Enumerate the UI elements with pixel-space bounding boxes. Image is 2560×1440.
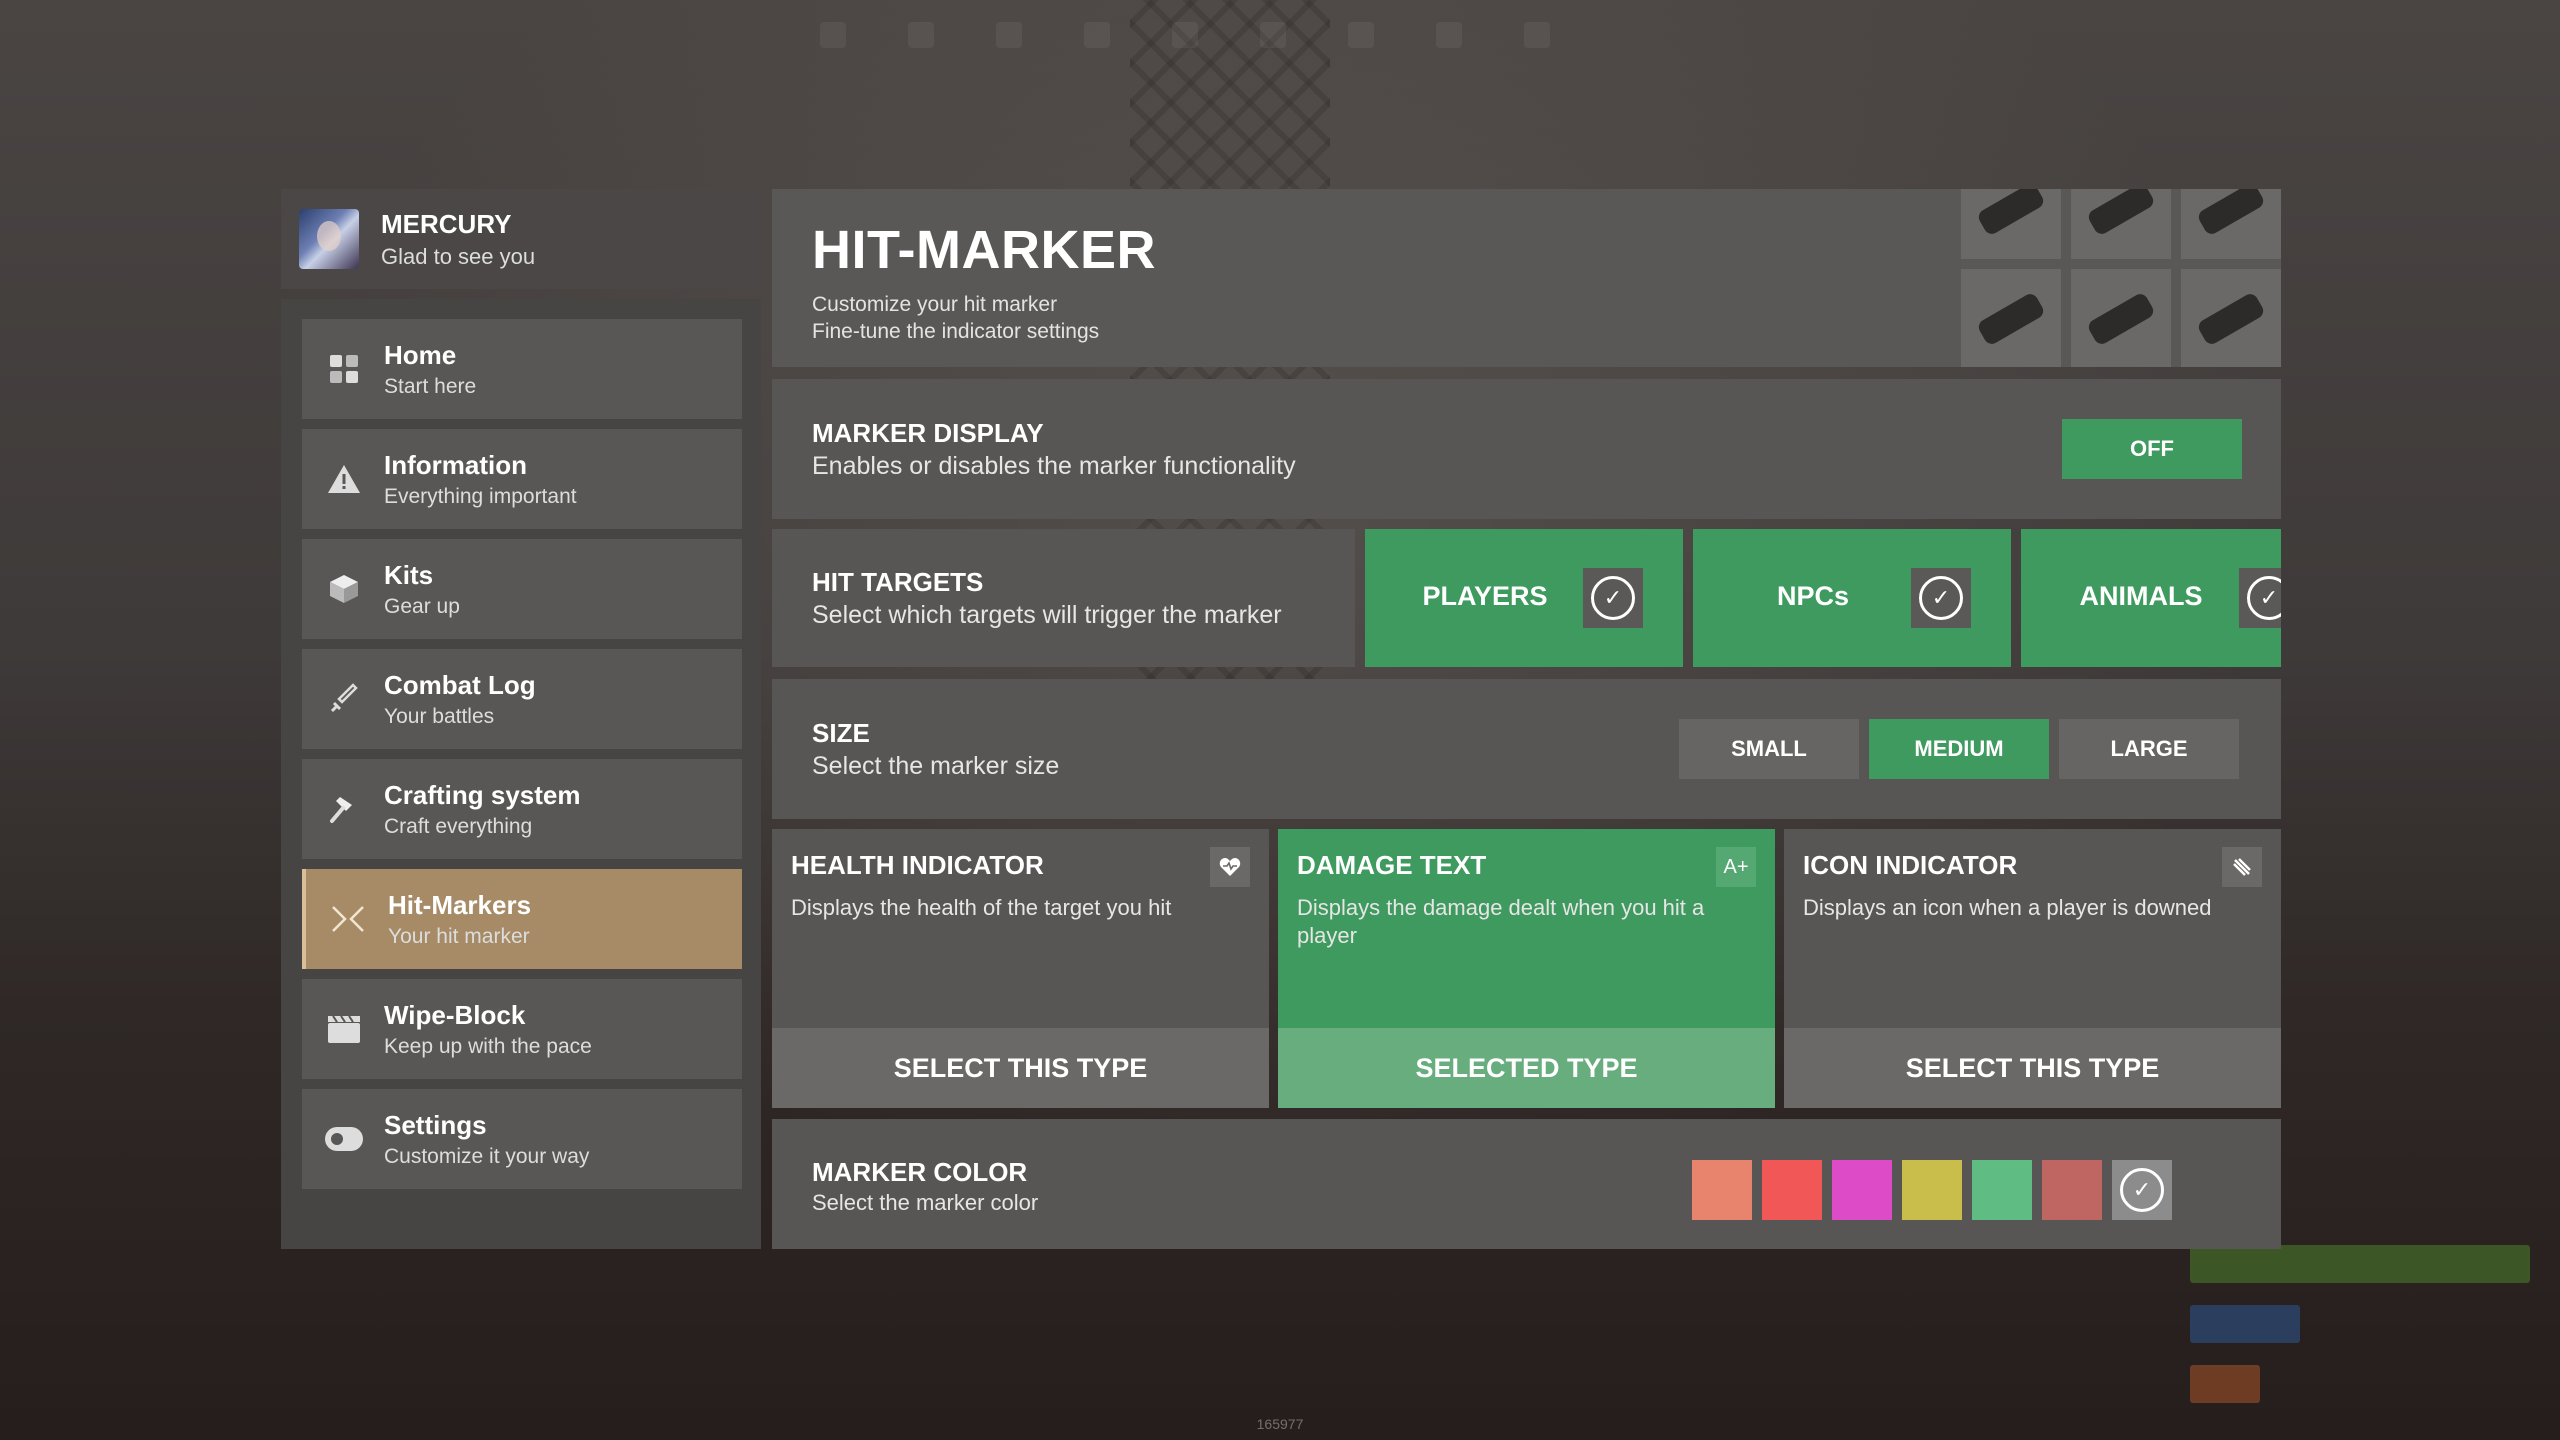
sidebar: Home Start here Information Everything i… [281,299,761,1249]
size-option-large[interactable]: LARGE [2059,719,2239,779]
hit-targets-row: HIT TARGETS Select which targets will tr… [772,529,1355,667]
sidebar-item-crafting[interactable]: Crafting system Craft everything [302,759,742,859]
sidebar-item-label: Home [384,339,457,370]
sidebar-item-label: Hit-Markers [388,889,532,920]
sidebar-item-kits[interactable]: Kits Gear up [302,539,742,639]
sidebar-item-sub: Start here [384,374,477,398]
downed-icon [2222,847,2262,887]
marker-display-title: MARKER DISPLAY [812,418,1044,448]
marker-display-row: MARKER DISPLAY Enables or disables the m… [772,379,2281,519]
target-option-animals[interactable]: ANIMALS ✓ [2021,529,2281,667]
page-subtitle-secondary: Fine-tune the indicator settings [812,320,1100,343]
avatar [299,209,359,269]
size-option-small[interactable]: SMALL [1679,719,1859,779]
color-swatch[interactable] [1972,1160,2032,1220]
sidebar-item-sub: Everything important [384,484,577,508]
sidebar-item-label: Wipe-Block [384,999,526,1030]
hit-targets-title: HIT TARGETS [812,567,984,597]
sidebar-item-sub: Keep up with the pace [384,1034,592,1058]
warning-icon [324,459,364,499]
box-icon [324,569,364,609]
color-swatch[interactable] [1692,1160,1752,1220]
sword-icon [324,679,364,719]
hammer-icon [324,789,364,829]
sidebar-item-label: Information [384,449,527,480]
crosshair-icon [328,899,368,939]
page-subtitle: Customize your hit marker [812,293,1058,316]
type-description: Displays an icon when a player is downed [1803,895,2212,920]
marker-display-description: Enables or disables the marker functiona… [812,452,1296,480]
type-title: DAMAGE TEXT [1297,850,1487,880]
color-swatch-selected[interactable]: ✓ [2112,1160,2172,1220]
target-checkbox[interactable]: ✓ [2239,568,2281,628]
sidebar-item-sub: Gear up [384,594,460,618]
target-option-players[interactable]: PLAYERS ✓ [1365,529,1683,667]
sidebar-item-label: Crafting system [384,779,581,810]
check-icon: ✓ [2120,1168,2164,1212]
sidebar-item-information[interactable]: Information Everything important [302,429,742,529]
type-card-icon-indicator: ICON INDICATOR Displays an icon when a p… [1784,829,2281,1108]
header-item-showcase [1961,189,2281,367]
sidebar-item-label: Settings [384,1109,487,1140]
sidebar-item-sub: Your battles [384,704,495,728]
target-option-npcs[interactable]: NPCs ✓ [1693,529,2011,667]
size-title: SIZE [812,718,870,748]
sidebar-item-sub: Your hit marker [388,924,530,948]
sidebar-item-wipe-block[interactable]: Wipe-Block Keep up with the pace [302,979,742,1079]
type-title: HEALTH INDICATOR [791,850,1044,880]
marker-color-description: Select the marker color [812,1190,1039,1215]
sidebar-item-home[interactable]: Home Start here [302,319,742,419]
type-card-health-indicator: HEALTH INDICATOR Displays the health of … [772,829,1269,1108]
select-type-button[interactable]: SELECT THIS TYPE [1784,1028,2281,1108]
color-swatch[interactable] [1832,1160,1892,1220]
sidebar-item-hit-markers[interactable]: Hit-Markers Your hit marker [302,869,742,969]
marker-display-toggle[interactable]: OFF [2062,419,2242,479]
color-swatch[interactable] [2042,1160,2102,1220]
type-description: Displays the health of the target you hi… [791,895,1172,920]
grid-icon [324,349,364,389]
build-id: 165977 [1256,1416,1304,1432]
size-option-medium[interactable]: MEDIUM [1869,719,2049,779]
heart-icon [1210,847,1250,887]
sidebar-item-settings[interactable]: Settings Customize it your way [302,1089,742,1189]
text-size-icon: A+ [1716,847,1756,887]
type-card-damage-text: DAMAGE TEXT A+ Displays the damage dealt… [1278,829,1775,1108]
select-type-button[interactable]: SELECT THIS TYPE [772,1028,1269,1108]
sidebar-item-label: Kits [384,559,434,590]
sidebar-item-sub: Craft everything [384,814,533,838]
size-description: Select the marker size [812,752,1060,780]
target-label: NPCs [1776,581,1850,611]
target-label: PLAYERS [1422,581,1548,611]
size-row: SIZE Select the marker size [772,679,2281,819]
target-checkbox[interactable]: ✓ [1583,568,1643,628]
page-header: HIT-MARKER Customize your hit marker Fin… [772,189,2281,367]
marker-color-title: MARKER COLOR [812,1157,1028,1187]
page-title: HIT-MARKER [812,220,1156,280]
selected-type-button[interactable]: SELECTED TYPE [1278,1028,1775,1108]
check-icon: ✓ [2247,576,2281,620]
toggle-icon [324,1119,364,1159]
type-description: Displays the damage dealt when you hit a… [1297,895,1705,948]
hit-targets-description: Select which targets will trigger the ma… [812,601,1282,629]
profile-name: MERCURY [381,208,512,239]
sidebar-item-label: Combat Log [384,669,536,700]
target-label: ANIMALS [2079,581,2203,611]
color-swatch[interactable] [1762,1160,1822,1220]
profile-greeting: Glad to see you [381,243,536,269]
type-title: ICON INDICATOR [1803,850,2018,880]
sidebar-item-combat-log[interactable]: Combat Log Your battles [302,649,742,749]
background-hotbar [820,22,1550,48]
profile-card: MERCURY Glad to see you [281,189,761,289]
color-swatch[interactable] [1902,1160,1962,1220]
check-icon: ✓ [1919,576,1963,620]
check-icon: ✓ [1591,576,1635,620]
target-checkbox[interactable]: ✓ [1911,568,1971,628]
clapperboard-icon [324,1009,364,1049]
sidebar-item-sub: Customize it your way [384,1144,590,1168]
